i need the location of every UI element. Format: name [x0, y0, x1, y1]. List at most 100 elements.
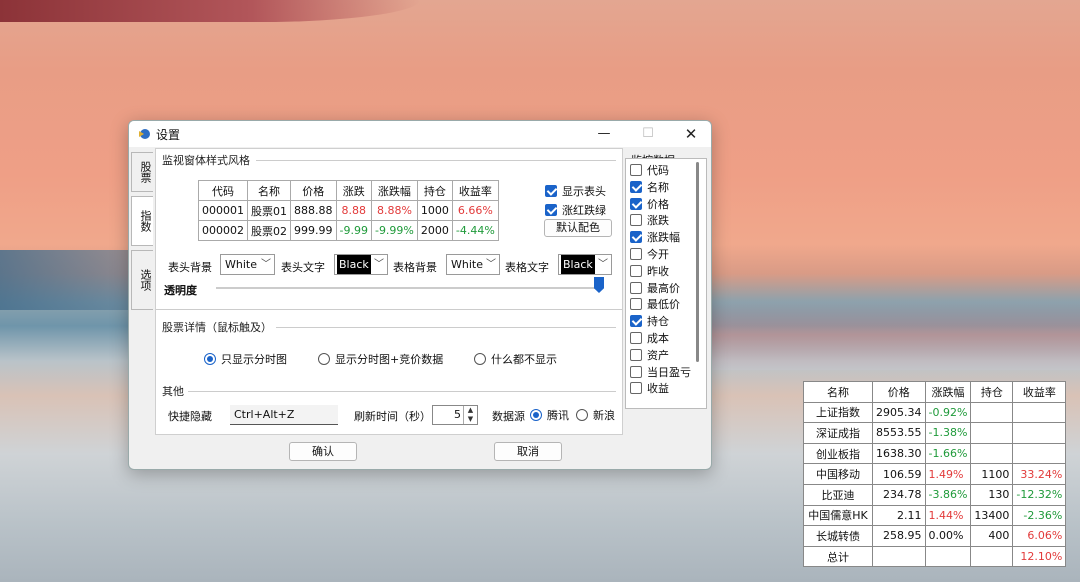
checkbox-unchecked-icon [630, 348, 642, 361]
monitor-cell: 中国移动 [803, 463, 873, 485]
monitor-cell: -12.32% [1012, 483, 1067, 506]
table-bg-label: 表格背景 [393, 261, 437, 274]
hotkey-input[interactable]: Ctrl+Alt+Z [230, 405, 338, 425]
divider [276, 327, 616, 328]
monitor-field-label: 最高价 [647, 281, 680, 295]
ok-button[interactable]: 确认 [289, 442, 357, 461]
divider [256, 160, 616, 161]
maximize-button[interactable]: ☐ [626, 121, 670, 147]
monitor-field-13[interactable]: 收益 [630, 380, 669, 396]
checkbox-checked-icon [630, 231, 642, 244]
monitor-fields-list: 代码名称 价格涨跌 涨跌幅今开昨收最高价 最低价持仓 成本资产当日盈亏 收益 [625, 158, 707, 409]
divider [156, 309, 622, 310]
stepper-arrows-icon[interactable]: ▲ ▼ [463, 406, 477, 424]
tab-options[interactable]: 选项 [131, 250, 153, 310]
checkbox-unchecked-icon [630, 382, 642, 395]
radio-selected-icon [530, 409, 542, 421]
refresh-stepper[interactable]: 5 ▲ ▼ [432, 405, 478, 425]
monitor-cell: 总计 [803, 545, 873, 568]
opacity-slider-thumb[interactable] [594, 277, 604, 293]
preview-header-cell: 收益率 [451, 180, 499, 201]
style-group-title: 监视窗体样式风格 [160, 152, 252, 168]
radio-label: 只显示分时图 [221, 353, 287, 366]
monitor-cell: 8553.55 [872, 422, 926, 444]
checkbox-unchecked-icon [630, 365, 642, 378]
monitor-field-10[interactable]: 成本 [630, 330, 669, 346]
preview-cell: -9.99 [335, 220, 372, 241]
monitor-field-12[interactable]: 当日盈亏 [630, 364, 691, 380]
show-header-checkbox[interactable]: 显示表头 [545, 183, 606, 199]
table-row: 比亚迪 234.78 -3.86% 130 -12.32% [803, 483, 1067, 506]
monitor-cell [970, 442, 1014, 465]
preview-cell: 6.66% [451, 200, 499, 221]
monitor-cell: 1100 [970, 463, 1014, 485]
close-button[interactable]: ✕ [669, 121, 711, 147]
table-bg-select[interactable]: White ﹀ [446, 254, 500, 275]
monitor-header-cell: 价格 [872, 381, 926, 403]
scrollbar[interactable] [696, 162, 699, 362]
monitor-field-5[interactable]: 今开 [630, 246, 669, 262]
default-colors-button[interactable]: 默认配色 [544, 219, 612, 237]
monitor-field-label: 涨跌 [647, 214, 669, 228]
checkbox-unchecked-icon [630, 298, 642, 311]
details-group-title: 股票详情（鼠标触及） [160, 319, 274, 335]
monitor-field-7[interactable]: 最高价 [630, 280, 680, 296]
monitor-cell: 234.78 [872, 483, 926, 506]
radio-label: 新浪 [593, 409, 615, 422]
monitor-field-label: 持仓 [647, 315, 669, 329]
radio-source-sina[interactable]: 新浪 [576, 407, 615, 423]
monitor-cell: 400 [970, 525, 1014, 547]
cancel-button[interactable]: 取消 [494, 442, 562, 461]
red-up-green-down-label: 涨红跌绿 [562, 204, 606, 217]
preview-cell: 888.88 [290, 200, 337, 221]
radio-source-tencent[interactable]: 腾讯 [530, 407, 569, 423]
monitor-field-9[interactable]: 持仓 [630, 313, 669, 329]
monitor-field-1[interactable]: 名称 [630, 179, 669, 195]
radio-show-nothing[interactable]: 什么都不显示 [474, 351, 557, 367]
header-bg-select[interactable]: White ﹀ [220, 254, 275, 275]
opacity-slider-track[interactable] [216, 287, 601, 289]
monitor-field-11[interactable]: 资产 [630, 347, 669, 363]
monitor-field-label: 当日盈亏 [647, 365, 691, 379]
chevron-down-icon: ﹀ [598, 259, 608, 270]
monitor-field-0[interactable]: 代码 [630, 162, 669, 178]
monitor-field-2[interactable]: 价格 [630, 196, 669, 212]
red-up-green-down-checkbox[interactable]: 涨红跌绿 [545, 202, 606, 218]
radio-timeline-only[interactable]: 只显示分时图 [204, 351, 287, 367]
checkbox-checked-icon [545, 185, 557, 197]
monitor-field-label: 昨收 [647, 264, 669, 278]
preview-cell: 2000 [416, 220, 453, 241]
monitor-cell: 中国儒意HK [803, 504, 873, 527]
checkbox-checked-icon [630, 315, 642, 328]
radio-unselected-icon [318, 353, 330, 365]
monitor-field-6[interactable]: 昨收 [630, 263, 669, 279]
monitor-cell: 深证成指 [803, 422, 873, 444]
preview-header-cell: 价格 [290, 180, 337, 201]
tab-stocks[interactable]: 股票 [131, 152, 153, 192]
monitor-cell: 创业板指 [803, 442, 873, 465]
preview-cell: 8.88 [335, 200, 372, 221]
monitor-field-label: 资产 [647, 348, 669, 362]
checkbox-checked-icon [630, 180, 642, 193]
preview-header-cell: 涨跌 [335, 180, 372, 201]
tab-index[interactable]: 指数 [131, 196, 153, 246]
header-text-select[interactable]: Black ﹀ [334, 254, 388, 275]
show-header-label: 显示表头 [562, 185, 606, 198]
preview-header-cell: 名称 [247, 180, 291, 201]
radio-timeline-auction[interactable]: 显示分时图+竞价数据 [318, 351, 443, 367]
monitor-cell [970, 422, 1014, 444]
other-group-title: 其他 [160, 383, 186, 399]
monitor-field-3[interactable]: 涨跌 [630, 212, 669, 228]
monitor-field-label: 代码 [647, 164, 669, 177]
monitor-field-label: 今开 [647, 248, 669, 261]
chevron-down-icon: ﹀ [486, 259, 496, 270]
monitor-cell: 12.10% [1012, 545, 1067, 568]
monitor-field-4[interactable]: 涨跌幅 [630, 229, 680, 245]
monitor-field-8[interactable]: 最低价 [630, 296, 680, 312]
minimize-button[interactable]: — [582, 121, 626, 147]
table-text-select[interactable]: Black ﹀ [558, 254, 612, 275]
style-preview-table: 代码 名称 价格 涨跌 涨跌幅 持仓 收益率 000001 股票01 888.8… [198, 180, 499, 241]
preview-cell: 999.99 [290, 220, 337, 241]
monitor-header-cell: 收益率 [1012, 381, 1067, 403]
monitor-cell [924, 545, 972, 568]
